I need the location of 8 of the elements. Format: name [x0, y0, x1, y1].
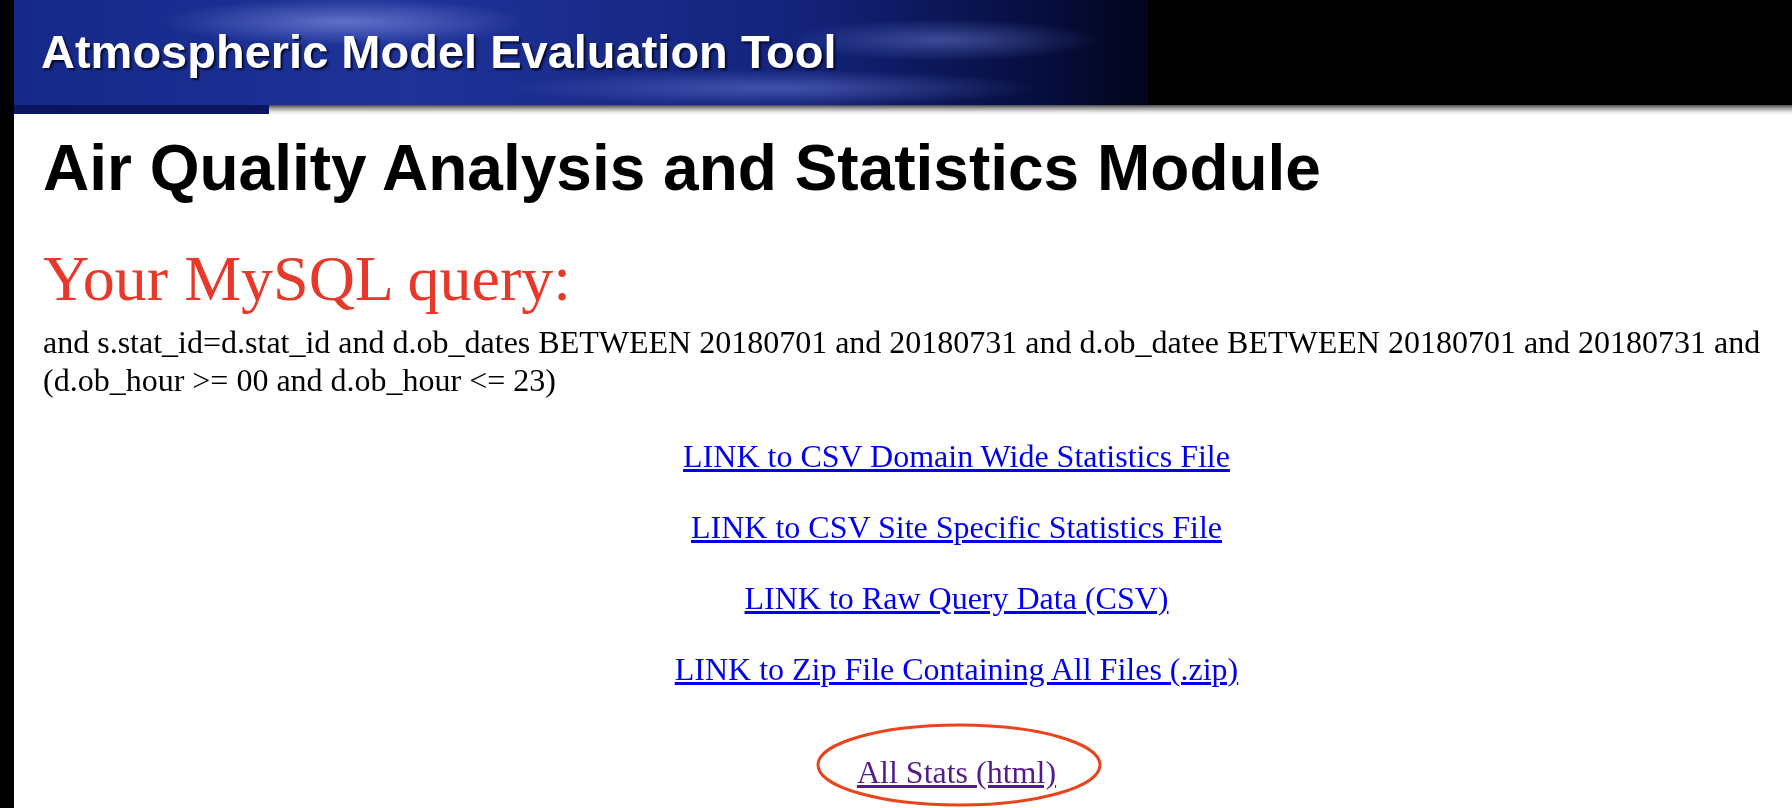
download-link[interactable]: LINK to Zip File Containing All Files (.zip): [674, 650, 1239, 688]
download-link[interactable]: LINK to CSV Domain Wide Statistics File: [683, 437, 1230, 475]
query-heading: Your MySQL query:: [43, 242, 572, 316]
page-title: Air Quality Analysis and Statistics Module: [43, 131, 1321, 205]
download-link[interactable]: LINK to Raw Query Data (CSV): [744, 579, 1169, 617]
download-link[interactable]: LINK to CSV Site Specific Statistics File: [691, 508, 1222, 546]
banner-title: Atmospheric Model Evaluation Tool: [41, 25, 837, 79]
query-text: and s.stat_id=d.stat_id and d.ob_dates BETWEEN 20180701 and 20180731 and d.ob_datee BETWEEN 20180701 and 20180731 and (d.ob_hour >= 00 and d.ob_hour <= 23): [43, 323, 1762, 399]
